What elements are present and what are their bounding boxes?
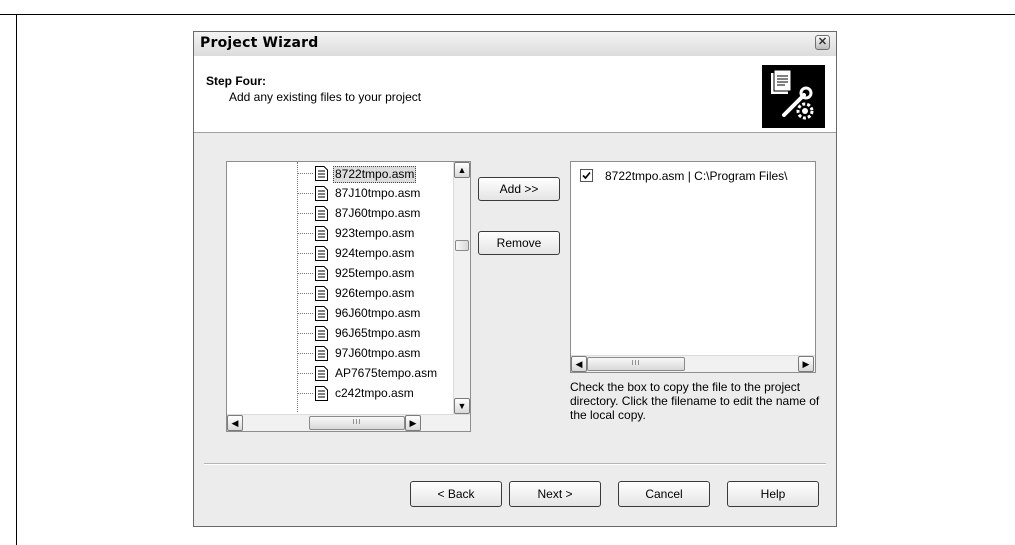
scroll-left-button[interactable]: ◀ [227, 415, 243, 431]
file-icon [315, 366, 328, 381]
tree-connector [297, 173, 313, 174]
cancel-button[interactable]: Cancel [618, 481, 710, 507]
copy-hint-text: Check the box to copy the file to the pr… [570, 380, 820, 422]
tree-connector [297, 293, 313, 294]
file-icon [315, 266, 328, 281]
tree-connector [297, 353, 313, 354]
tree-connector [297, 253, 313, 254]
tree-connector [297, 273, 313, 274]
arrow-up-icon: ▲ [457, 165, 467, 175]
tree-item[interactable]: c242tmpo.asm [297, 384, 457, 404]
tree-item-label: 97J60tmpo.asm [335, 346, 421, 360]
file-icon [315, 306, 328, 321]
file-icon [315, 166, 328, 181]
tree-item-label: 96J60tmpo.asm [335, 306, 421, 320]
file-icon [315, 206, 328, 221]
tree-vertical-scrollbar[interactable]: ▲ ▼ [453, 162, 470, 414]
file-icon [315, 326, 328, 341]
vertical-scroll-thumb[interactable] [455, 240, 469, 251]
next-button[interactable]: Next > [509, 481, 601, 507]
arrow-left-icon: ◀ [575, 359, 583, 369]
scroll-up-button[interactable]: ▲ [454, 162, 470, 178]
horizontal-scroll-thumb[interactable]: III [309, 416, 405, 430]
file-icon [315, 346, 328, 361]
project-files-list[interactable]: 8722tmpo.asm | C:\Program Files\ ◀ III ▶ [570, 161, 816, 373]
tree-item[interactable]: 87J60tmpo.asm [297, 204, 457, 224]
tree-item-label: 926tempo.asm [335, 286, 415, 300]
dialog-title: Project Wizard [200, 35, 319, 51]
file-icon [315, 386, 328, 401]
tree-item[interactable]: 923tempo.asm [297, 224, 457, 244]
tree-item[interactable]: 925tempo.asm [297, 264, 457, 284]
arrow-right-icon: ▶ [409, 418, 417, 428]
step-description: Add any existing files to your project [229, 90, 422, 104]
file-icon [315, 226, 328, 241]
add-button[interactable]: Add >> [478, 177, 560, 201]
tree-connector [297, 373, 313, 374]
file-icon [315, 286, 328, 301]
tree-item[interactable]: 96J65tmpo.asm [297, 324, 457, 344]
tree-item[interactable]: 924tempo.asm [297, 244, 457, 264]
tree-item-label: 8722tmpo.asm [333, 166, 417, 183]
scroll-left-button[interactable]: ◀ [571, 356, 587, 372]
check-icon [582, 171, 591, 180]
tree-item[interactable]: 926tempo.asm [297, 284, 457, 304]
scroll-right-button[interactable]: ▶ [798, 356, 814, 372]
tree-item[interactable]: AP7675tempo.asm [297, 364, 457, 384]
copy-file-checkbox[interactable] [580, 169, 593, 182]
tree-connector [297, 193, 313, 194]
tree-item-label: 96J65tmpo.asm [335, 326, 421, 340]
tree-item-label: 924tempo.asm [335, 246, 415, 260]
back-button[interactable]: < Back [410, 481, 502, 507]
remove-button[interactable]: Remove [478, 231, 560, 255]
page-border-left [16, 14, 17, 545]
project-file-name[interactable]: 8722tmpo.asm | C:\Program Files\ [605, 169, 788, 183]
title-bar: Project Wizard ✕ [194, 32, 836, 56]
tree-item[interactable]: 8722tmpo.asm [297, 164, 457, 184]
file-icon [315, 186, 328, 201]
tree-item-label: 925tempo.asm [335, 266, 415, 280]
thumb-grip-icon: III [631, 360, 641, 367]
tree-connector [297, 233, 313, 234]
project-wizard-dialog: Project Wizard ✕ Step Four: Add any exis… [193, 31, 837, 527]
page-border-top [0, 14, 1015, 15]
tree-connector [297, 333, 313, 334]
tree-item-label: 87J10tmpo.asm [335, 186, 421, 200]
close-button[interactable]: ✕ [815, 35, 830, 50]
arrow-down-icon: ▼ [457, 401, 467, 411]
tree-item-label: AP7675tempo.asm [335, 366, 438, 380]
tree-item[interactable]: 97J60tmpo.asm [297, 344, 457, 364]
tree-item[interactable]: 87J10tmpo.asm [297, 184, 457, 204]
footer-separator [204, 463, 826, 465]
tree-connector [297, 313, 313, 314]
tree-item-label: 923tempo.asm [335, 226, 415, 240]
tree-connector [297, 213, 313, 214]
tree-item[interactable]: 96J60tmpo.asm [297, 304, 457, 324]
arrow-right-icon: ▶ [802, 359, 810, 369]
list-horizontal-scrollbar[interactable]: ◀ III ▶ [571, 355, 815, 372]
wizard-tools-icon [762, 65, 825, 128]
wizard-header: Step Four: Add any existing files to you… [194, 56, 836, 133]
thumb-grip-icon: III [352, 419, 362, 426]
scroll-right-button[interactable]: ▶ [405, 415, 421, 431]
arrow-left-icon: ◀ [231, 418, 239, 428]
file-tree[interactable]: 8722tmpo.asm 87J10tmpo.asm 87J60tmpo.asm… [226, 161, 471, 432]
help-button[interactable]: Help [727, 481, 819, 507]
horizontal-scroll-thumb[interactable]: III [587, 357, 685, 371]
tree-connector [297, 393, 313, 394]
file-icon [315, 246, 328, 261]
scroll-down-button[interactable]: ▼ [454, 398, 470, 414]
tree-item-label: 87J60tmpo.asm [335, 206, 421, 220]
close-icon: ✕ [817, 36, 828, 48]
tree-horizontal-scrollbar[interactable]: ◀ III ▶ [227, 414, 470, 431]
step-title: Step Four: [206, 74, 266, 88]
tree-item-label: c242tmpo.asm [335, 386, 414, 400]
